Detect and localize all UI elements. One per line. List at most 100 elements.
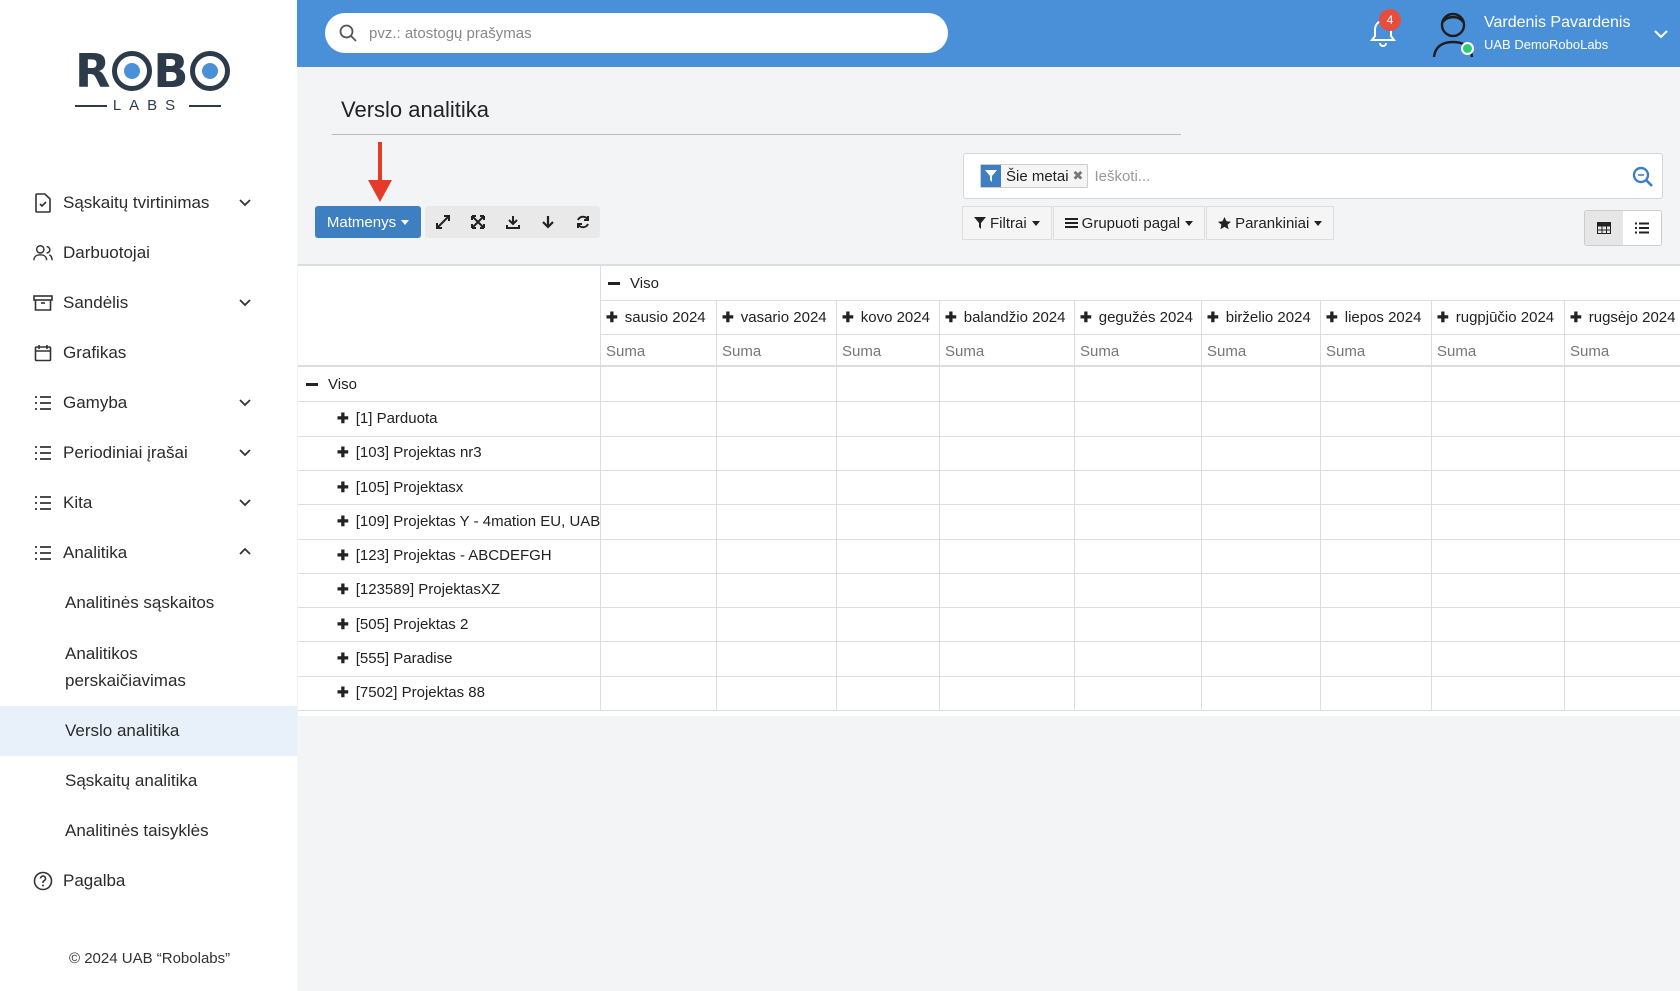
- sidebar-subitem-analytic-rules[interactable]: Analitinės taisyklės: [0, 806, 297, 856]
- calendar-icon: [33, 343, 53, 363]
- expand-all-button[interactable]: [530, 206, 565, 238]
- minus-icon[interactable]: [306, 382, 318, 386]
- row-header[interactable]: ✚ [103] Projektas nr3: [337, 436, 482, 470]
- chevron-up-icon[interactable]: [238, 545, 252, 559]
- row-header[interactable]: ✚ [1] Parduota: [337, 401, 437, 435]
- plus-icon[interactable]: ✚: [1570, 309, 1582, 326]
- sidebar-item-warehouse[interactable]: Sandėlis: [0, 278, 297, 328]
- archive-box-icon: [33, 293, 53, 313]
- sidebar-subitem-business-analytics[interactable]: Verslo analitika: [0, 706, 297, 756]
- sidebar-item-analytics[interactable]: Analitika: [0, 528, 297, 578]
- plus-icon[interactable]: ✚: [337, 513, 349, 530]
- fullscreen-button[interactable]: [460, 206, 495, 238]
- grid-line: [298, 435, 1680, 437]
- row-header[interactable]: ✚ [7502] Projektas 88: [337, 676, 485, 710]
- group-by-dropdown[interactable]: Grupuoti pagal: [1052, 206, 1206, 240]
- sidebar-subitem-analytics-recalculation[interactable]: Analitikos perskaičiavimas: [0, 628, 297, 706]
- sidebar-item-other[interactable]: Kita: [0, 478, 297, 528]
- row-header[interactable]: ✚ [109] Projektas Y - 4mation EU, UAB: [337, 504, 600, 538]
- title-divider: [332, 134, 1181, 135]
- minus-icon[interactable]: [608, 281, 620, 285]
- plus-icon[interactable]: ✚: [842, 309, 854, 326]
- plus-icon[interactable]: ✚: [337, 581, 349, 598]
- column-header-month[interactable]: ✚ sausio 2024: [606, 300, 706, 334]
- measure-header: Suma: [945, 342, 985, 360]
- dimensions-button[interactable]: Matmenys: [315, 206, 421, 238]
- sidebar-item-periodic-entries[interactable]: Periodiniai įrašai: [0, 428, 297, 478]
- plus-icon[interactable]: ✚: [337, 547, 349, 564]
- sidebar-subitem-invoice-analytics[interactable]: Sąskaitų analitika: [0, 756, 297, 806]
- row-header[interactable]: ✚ [123] Projektas - ABCDEFGH: [337, 539, 552, 573]
- plus-icon[interactable]: ✚: [722, 309, 734, 326]
- plus-icon[interactable]: ✚: [337, 410, 349, 427]
- robolabs-logo[interactable]: RB LABS: [75, 45, 231, 120]
- chevron-down-icon[interactable]: [238, 445, 252, 459]
- row-header[interactable]: ✚ [555] Paradise: [337, 641, 452, 675]
- document-check-icon: [33, 193, 53, 213]
- plus-icon[interactable]: ✚: [337, 479, 349, 496]
- plus-icon[interactable]: ✚: [1207, 309, 1219, 326]
- fullscreen-icon: [470, 215, 485, 229]
- column-header-month[interactable]: ✚ kovo 2024: [842, 300, 930, 334]
- sidebar-item-production[interactable]: Gamyba: [0, 378, 297, 428]
- chevron-down-icon[interactable]: [238, 195, 252, 209]
- column-header-month[interactable]: ✚ liepos 2024: [1326, 300, 1421, 334]
- sidebar-item-schedule[interactable]: Grafikas: [0, 328, 297, 378]
- search-icon[interactable]: [1632, 166, 1654, 188]
- search-facets-input[interactable]: Šie metai ✖ Ieškoti...: [963, 153, 1663, 199]
- column-header-month[interactable]: ✚ vasario 2024: [722, 300, 827, 334]
- view-switcher: [1584, 210, 1662, 246]
- sidebar-item-help[interactable]: Pagalba: [0, 856, 297, 906]
- caret-down-icon: [1031, 220, 1040, 226]
- list-view-button[interactable]: [1623, 211, 1661, 245]
- remove-facet-icon[interactable]: ✖: [1073, 168, 1088, 184]
- column-header-label: kovo 2024: [860, 308, 930, 326]
- row-header[interactable]: ✚ [123589] ProjektasXZ: [337, 573, 500, 607]
- chevron-down-icon[interactable]: [238, 295, 252, 309]
- download-button[interactable]: [495, 206, 530, 238]
- plus-icon[interactable]: ✚: [606, 309, 618, 326]
- plus-icon[interactable]: ✚: [1437, 309, 1449, 326]
- list-icon: [33, 393, 53, 413]
- sidebar-item-employees[interactable]: Darbuotojai: [0, 228, 297, 278]
- row-header[interactable]: ✚ [105] Projektasx: [337, 470, 463, 504]
- filters-dropdown[interactable]: Filtrai: [962, 206, 1052, 240]
- column-header-month[interactable]: ✚ gegužės 2024: [1080, 300, 1193, 334]
- online-status-dot: [1461, 42, 1474, 55]
- sidebar-subitem-label: Analitinės taisyklės: [65, 821, 209, 840]
- plus-icon[interactable]: ✚: [337, 616, 349, 633]
- plus-icon[interactable]: ✚: [945, 309, 957, 326]
- plus-icon[interactable]: ✚: [337, 684, 349, 701]
- column-header-month[interactable]: ✚ balandžio 2024: [945, 300, 1066, 334]
- pivot-view-button[interactable]: [1585, 211, 1623, 245]
- sidebar: RB LABS Sąskaitų tvirtinimas Darbuotojai…: [0, 0, 297, 991]
- sidebar-subitem-analytic-accounts[interactable]: Analitinės sąskaitos: [0, 578, 297, 628]
- plus-icon[interactable]: ✚: [337, 650, 349, 667]
- chevron-down-icon[interactable]: [238, 395, 252, 409]
- table-icon: [1597, 222, 1611, 234]
- column-header-total[interactable]: Viso: [608, 266, 659, 300]
- plus-icon[interactable]: ✚: [1080, 309, 1092, 326]
- caret-down-icon: [401, 219, 410, 225]
- expand-arrows-button[interactable]: [425, 206, 460, 238]
- row-header-total[interactable]: Viso: [306, 367, 357, 401]
- chevron-down-icon[interactable]: [1653, 26, 1669, 42]
- plus-icon[interactable]: ✚: [1326, 309, 1338, 326]
- column-header-month[interactable]: ✚ rugpjūčio 2024: [1437, 300, 1554, 334]
- measure-header: Suma: [1207, 342, 1247, 360]
- group-by-label: Grupuoti pagal: [1081, 214, 1181, 232]
- favorites-dropdown[interactable]: Parankiniai: [1206, 206, 1335, 240]
- row-header[interactable]: ✚ [505] Projektas 2: [337, 607, 468, 641]
- measure-header: Suma: [1080, 342, 1120, 360]
- refresh-button[interactable]: [565, 206, 600, 238]
- facet-this-year[interactable]: Šie metai ✖: [980, 164, 1089, 188]
- plus-icon[interactable]: ✚: [337, 444, 349, 461]
- column-header-label: rugsėjo 2024: [1588, 308, 1676, 326]
- sidebar-item-label: Grafikas: [63, 343, 127, 362]
- column-header-month[interactable]: ✚ birželio 2024: [1207, 300, 1311, 334]
- column-header-month[interactable]: ✚ rugsėjo 2024: [1570, 300, 1675, 334]
- global-search-input[interactable]: pvz.: atostogų prašymas: [325, 13, 948, 53]
- sidebar-item-invoice-approval[interactable]: Sąskaitų tvirtinimas: [0, 178, 297, 228]
- user-name[interactable]: Vardenis Pavardenis: [1484, 14, 1630, 32]
- chevron-down-icon[interactable]: [238, 495, 252, 509]
